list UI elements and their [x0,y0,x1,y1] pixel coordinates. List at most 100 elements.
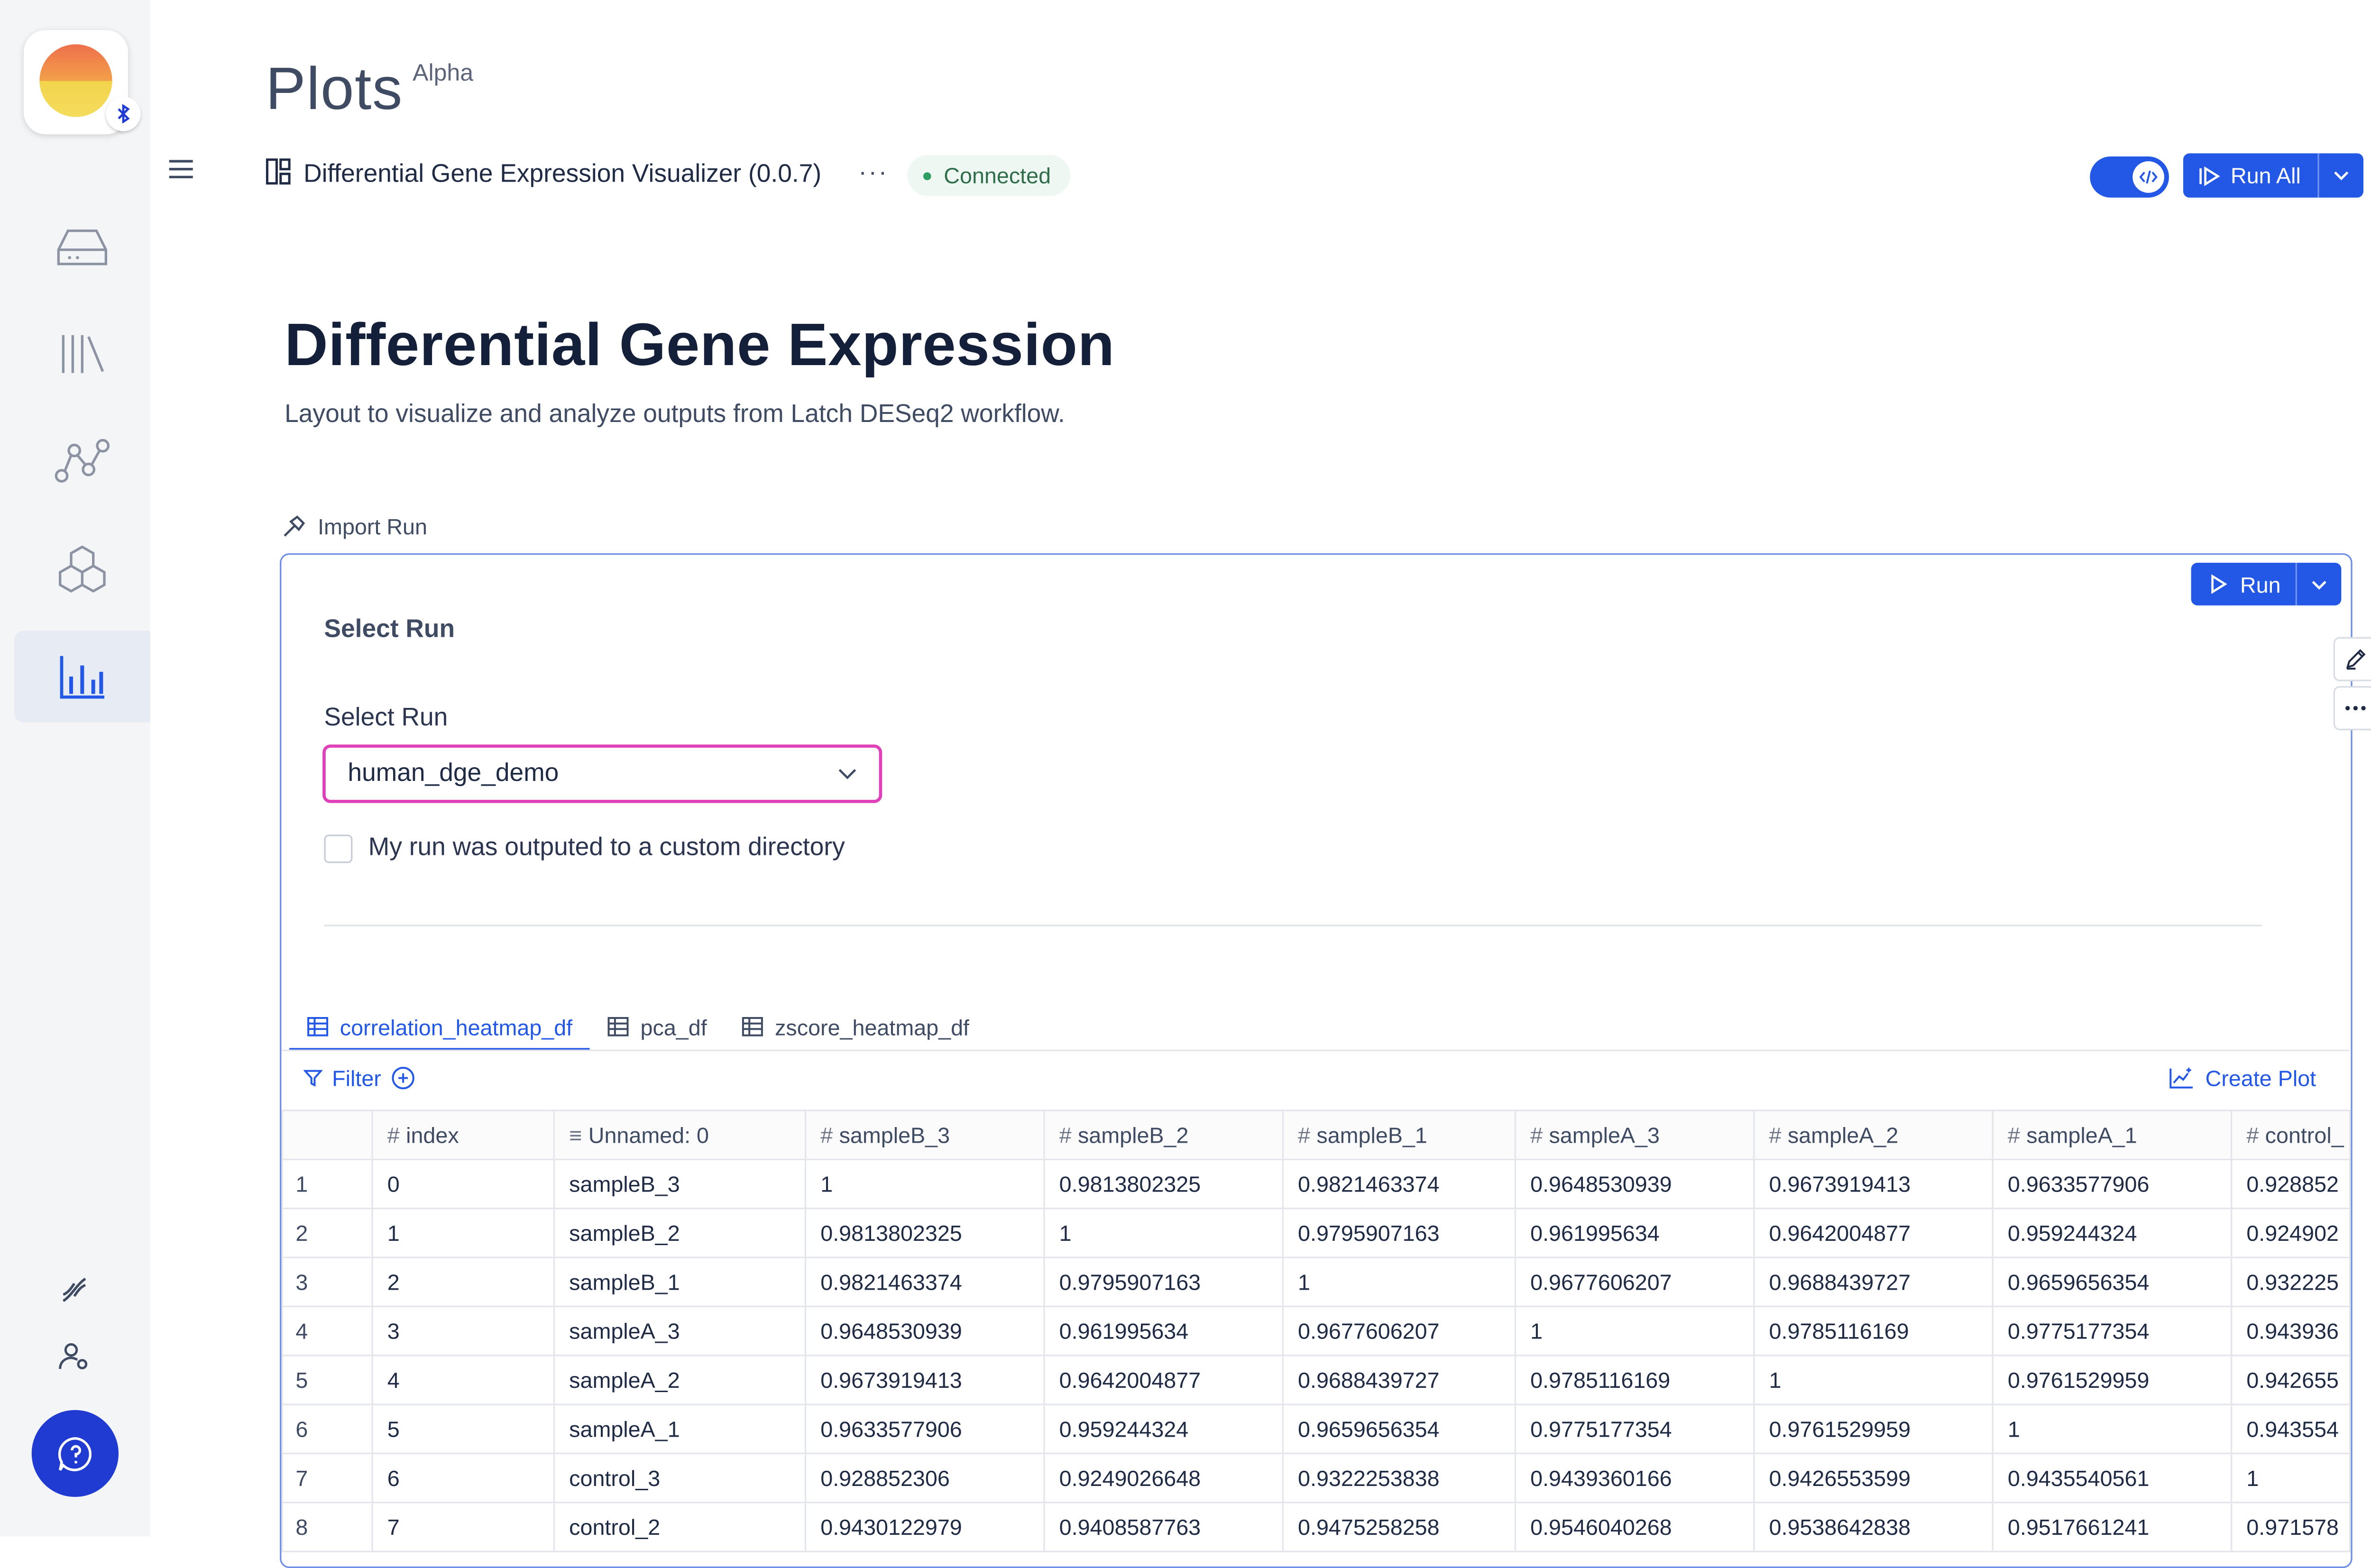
table-cell[interactable]: 0.9517661241 [1992,1502,2233,1552]
table-cell[interactable]: control_2 [553,1502,807,1552]
select-run-dropdown[interactable]: human_dge_demo [322,744,882,803]
table-cell[interactable]: 0.9688439727 [1282,1355,1516,1405]
tab-correlation-heatmap-df[interactable]: correlation_heatmap_df [289,1005,590,1051]
column-header[interactable]: # sampleB_3 [804,1110,1045,1161]
column-header[interactable]: # sampleB_2 [1043,1110,1284,1161]
add-filter-icon[interactable] [391,1065,416,1091]
column-header[interactable]: # sampleA_2 [1753,1110,1994,1161]
table-cell[interactable]: 1 [2230,1452,2351,1504]
table-cell[interactable]: 0.9761529959 [1753,1403,1994,1455]
table-cell[interactable]: 6 [371,1452,555,1504]
edit-cell-button[interactable] [2333,637,2371,681]
table-cell[interactable]: 0.959244324 [1043,1403,1284,1455]
table-cell[interactable]: control_3 [553,1452,807,1504]
table-cell[interactable]: 0.9408587763 [1043,1502,1284,1552]
create-plot-button[interactable]: Create Plot [2169,1065,2316,1091]
table-cell[interactable]: 0.9761529959 [1992,1355,2233,1405]
table-cell[interactable]: 0.942655 [2230,1355,2351,1405]
table-cell[interactable]: 0.9659656354 [1992,1256,2233,1308]
table-cell[interactable]: 0.928852306 [804,1452,1045,1504]
more-options-button[interactable]: ··· [858,160,888,188]
table-cell[interactable]: 0.9633577906 [1992,1158,2233,1210]
table-cell[interactable]: sampleB_1 [553,1256,807,1308]
table-cell[interactable]: 0.9785116169 [1514,1355,1755,1405]
table-cell[interactable]: 0.9813802325 [1043,1158,1284,1210]
workflow-graph-icon[interactable] [14,416,150,507]
table-cell[interactable]: 0.9688439727 [1753,1256,1994,1308]
column-header[interactable]: # sampleA_3 [1514,1110,1755,1161]
table-cell[interactable]: 0.9642004877 [1043,1355,1284,1405]
table-cell[interactable]: 0.9322253838 [1282,1452,1516,1504]
table-cell[interactable]: sampleA_2 [553,1355,807,1405]
table-cell[interactable]: sampleB_3 [553,1158,807,1210]
table-cell[interactable]: 0.961995634 [1043,1305,1284,1357]
library-icon[interactable] [14,308,150,400]
filter-button[interactable]: Filter [303,1065,416,1091]
table-row[interactable]: 3 2 sampleB_1 0.9821463374 0.9795907163 1 0.96… [281,1256,2351,1308]
table-cell[interactable]: 0.971578 [2230,1502,2351,1552]
table-row[interactable]: 6 5 sampleA_1 0.9633577906 0.959244324 0.9659… [281,1403,2351,1455]
cell-more-button[interactable] [2333,686,2371,731]
table-cell[interactable]: 0.9775177354 [1514,1403,1755,1455]
table-cell[interactable]: 0.9673919413 [1753,1158,1994,1210]
table-row[interactable]: 5 4 sampleA_2 0.9673919413 0.9642004877 0.968… [281,1355,2351,1405]
table-cell[interactable]: 0.9821463374 [804,1256,1045,1308]
table-cell[interactable]: 0.9249026648 [1043,1452,1284,1504]
cell-run-dropdown-button[interactable] [2296,562,2342,605]
table-cell[interactable]: 0.943554 [2230,1403,2351,1455]
tab-zscore-heatmap-df[interactable]: zscore_heatmap_df [724,1005,986,1048]
table-cell[interactable]: 0.932225 [2230,1256,2351,1308]
layout-breadcrumb[interactable]: Differential Gene Expression Visualizer … [266,158,821,193]
dna-icon[interactable] [58,1274,90,1313]
table-cell[interactable]: 5 [371,1403,555,1455]
bar-chart-icon[interactable] [14,631,150,723]
run-all-dropdown-button[interactable] [2318,153,2363,198]
table-cell[interactable]: 0.943936 [2230,1305,2351,1357]
custom-directory-label[interactable]: My run was outputed to a custom director… [368,834,845,863]
storage-drive-icon[interactable] [14,201,150,292]
table-cell[interactable]: 0.9439360166 [1514,1452,1755,1504]
table-cell[interactable]: 0.9677606207 [1514,1256,1755,1308]
table-cell[interactable]: 0 [371,1158,555,1210]
table-cell[interactable]: 0.9426553599 [1753,1452,1994,1504]
table-cell[interactable]: 0.9430122979 [804,1502,1045,1552]
table-cell[interactable]: 0.9633577906 [804,1403,1045,1455]
tab-pca-df[interactable]: pca_df [590,1005,725,1048]
table-cell[interactable]: 1 [1992,1403,2233,1455]
table-cell[interactable]: 2 [371,1256,555,1308]
cell-run-button[interactable]: Run [2191,563,2296,605]
table-cell[interactable]: 0.924902 [2230,1208,2351,1258]
import-run-link[interactable]: Import Run [281,513,427,539]
table-cell[interactable]: 7 [371,1502,555,1552]
table-cell[interactable]: 1 [1514,1305,1755,1357]
table-cell[interactable]: 0.961995634 [1514,1208,1755,1258]
table-cell[interactable]: 0.9775177354 [1992,1305,2233,1357]
column-header[interactable]: ≡ Unnamed: 0 [553,1110,807,1161]
column-header[interactable]: # sampleA_1 [1992,1110,2233,1161]
column-header[interactable]: # control_ [2230,1110,2351,1161]
table-cell[interactable]: 0.9785116169 [1753,1305,1994,1357]
table-cell[interactable]: 1 [804,1158,1045,1210]
table-row[interactable]: 7 6 control_3 0.928852306 0.9249026648 0.9322… [281,1452,2351,1504]
table-cell[interactable]: 1 [1043,1208,1284,1258]
table-cell[interactable]: 0.9475258258 [1282,1502,1516,1552]
table-cell[interactable]: 0.9642004877 [1753,1208,1994,1258]
table-row[interactable]: 2 1 sampleB_2 0.9813802325 1 0.9795907163 0.96… [281,1208,2351,1258]
table-cell[interactable]: 0.9795907163 [1282,1208,1516,1258]
table-cell[interactable]: 0.959244324 [1992,1208,2233,1258]
app-logo[interactable] [24,30,141,135]
column-header[interactable]: # sampleB_1 [1282,1110,1516,1161]
menu-toggle-icon[interactable] [167,158,194,188]
custom-directory-checkbox[interactable] [324,834,353,863]
table-cell[interactable]: 1 [1753,1355,1994,1405]
table-cell[interactable]: 1 [371,1208,555,1258]
table-cell[interactable]: 0.9435540561 [1992,1452,2233,1504]
run-all-button[interactable]: Run All [2183,153,2318,197]
table-cell[interactable]: sampleA_3 [553,1305,807,1357]
hexagon-cluster-icon[interactable] [14,523,150,614]
table-cell[interactable]: sampleA_1 [553,1403,807,1455]
table-row[interactable]: 1 0 sampleB_3 1 0.9813802325 0.9821463374 0.96… [281,1158,2351,1210]
user-settings-icon[interactable] [58,1340,90,1380]
table-cell[interactable]: 0.9813802325 [804,1208,1045,1258]
table-row[interactable]: 8 7 control_2 0.9430122979 0.9408587763 0.947… [281,1502,2351,1552]
